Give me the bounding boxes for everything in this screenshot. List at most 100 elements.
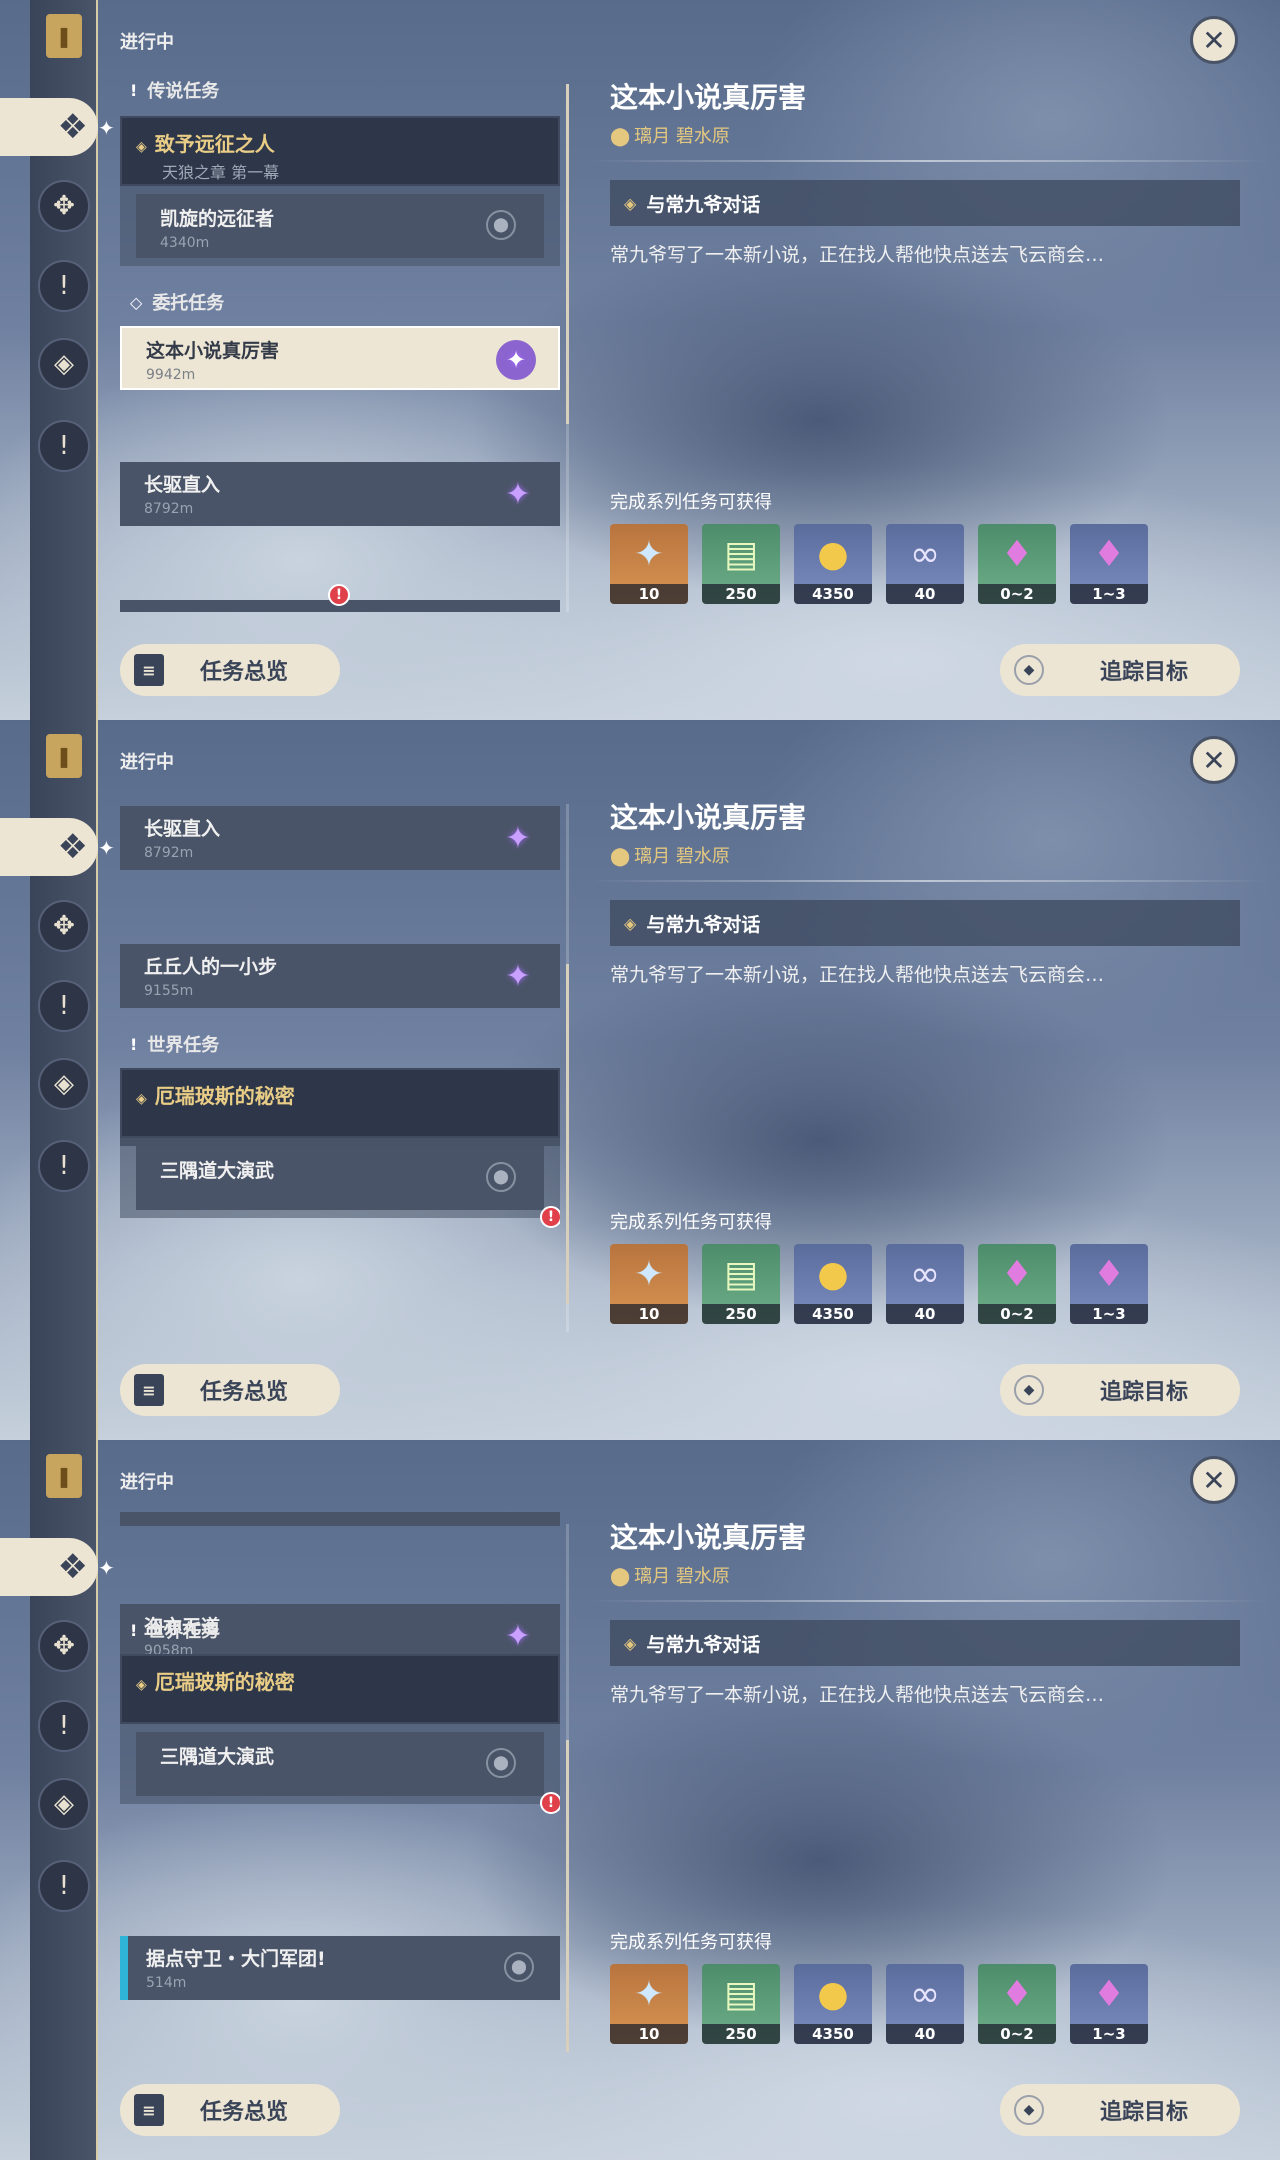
mora-icon: ● bbox=[817, 533, 849, 575]
reward-item[interactable]: ● 4350 bbox=[794, 1244, 872, 1324]
reward-qty: 0~2 bbox=[978, 2024, 1056, 2044]
location-area: 碧水原 bbox=[675, 1566, 730, 1587]
quest-description: 常九爷写了一本新小说，正在找人帮他快点送去飞云商会… bbox=[610, 964, 1105, 986]
tab-commission-selected[interactable]: ❖ bbox=[0, 1538, 98, 1596]
sparkle-icon: ✦ bbox=[98, 1556, 115, 1580]
crystal-purple-icon: ♦ bbox=[1092, 533, 1126, 575]
tab-archon-icon[interactable]: ✥ bbox=[38, 1620, 90, 1672]
world-quest-header[interactable]: ◈ 厄瑞玻斯的秘密 bbox=[120, 1068, 560, 1138]
close-button[interactable]: ✕ bbox=[1190, 16, 1238, 64]
button-label: 任务总览 bbox=[200, 2100, 289, 2125]
scrollbar[interactable] bbox=[566, 84, 569, 612]
world-step[interactable]: 三隅道大演武 ⬤ bbox=[136, 1732, 544, 1796]
commission-row-partial[interactable]: 9155m bbox=[120, 1512, 560, 1526]
quest-overview-button[interactable]: ≡ 任务总览 bbox=[120, 1364, 340, 1416]
objective-text: 与常九爷对话 bbox=[646, 193, 761, 216]
world-quest-header[interactable]: ◈ 厄瑞玻斯的秘密 bbox=[120, 1654, 560, 1724]
divider bbox=[588, 160, 1268, 162]
track-target-button[interactable]: ◆ 追踪目标 bbox=[1000, 644, 1240, 696]
reward-qty: 40 bbox=[886, 584, 964, 604]
commission-row[interactable]: 这本小说真厉害 9942m ✦ bbox=[120, 326, 560, 390]
close-button[interactable]: ✕ bbox=[1190, 736, 1238, 784]
tab-commission-selected[interactable]: ❖ bbox=[0, 98, 98, 156]
tab-all-icon[interactable]: ! bbox=[38, 1860, 90, 1912]
row-title: 据点守卫・大门军团! bbox=[146, 1948, 326, 1970]
reward-item[interactable]: ● 4350 bbox=[794, 1964, 872, 2044]
category-archon: ! 传说任务 bbox=[120, 72, 560, 108]
reward-item[interactable]: ♦ 1~3 bbox=[1070, 1964, 1148, 2044]
reward-item[interactable]: ▤ 250 bbox=[702, 1964, 780, 2044]
diamond-icon: ◆ bbox=[1014, 2095, 1044, 2125]
close-button[interactable]: ✕ bbox=[1190, 1456, 1238, 1504]
reward-item[interactable]: ✦ 10 bbox=[610, 524, 688, 604]
quest-list: ! 传说任务 ◈ 致予远征之人 天狼之章 第一幕 凯旋的远征者 4340m ⬤ ◇ 委… bbox=[120, 72, 560, 612]
adventure-exp-icon: ▤ bbox=[723, 533, 758, 575]
archon-quest-header[interactable]: ◈ 致予远征之人 天狼之章 第一幕 bbox=[120, 116, 560, 186]
reward-item[interactable]: ♦ 0~2 bbox=[978, 524, 1056, 604]
button-label: 任务总览 bbox=[200, 660, 289, 685]
quest-overview-button[interactable]: ≡ 任务总览 bbox=[120, 644, 340, 696]
category-world: ! 世界任务 bbox=[120, 1612, 560, 1648]
scrollbar[interactable] bbox=[566, 804, 569, 1332]
diamond-icon: ◈ bbox=[624, 193, 637, 213]
category-label: 世界任务 bbox=[147, 1035, 220, 1056]
tab-story-icon[interactable]: ! bbox=[38, 980, 90, 1032]
mora-icon: ● bbox=[817, 1253, 849, 1295]
reward-item[interactable]: ● 4350 bbox=[794, 524, 872, 604]
tab-story-icon[interactable]: ! bbox=[38, 1700, 90, 1752]
category-world: ! 世界任务 bbox=[120, 1026, 560, 1062]
companionship-exp-icon: ∞ bbox=[910, 1253, 940, 1295]
reward-item[interactable]: ✦ 10 bbox=[610, 1964, 688, 2044]
row-distance: 9942m bbox=[146, 367, 196, 383]
reward-item[interactable]: ▤ 250 bbox=[702, 524, 780, 604]
reward-item[interactable]: ♦ 1~3 bbox=[1070, 524, 1148, 604]
quest-location: ⬤ 璃月 碧水原 bbox=[610, 842, 730, 868]
reward-item[interactable]: ♦ 0~2 bbox=[978, 1244, 1056, 1324]
bookmark-icon[interactable]: ❚ bbox=[46, 734, 82, 778]
archon-step[interactable]: 凯旋的远征者 4340m ⬤ bbox=[136, 194, 544, 258]
rewards-list: ✦ 10 ▤ 250 ● 4350 ∞ 40 ♦ 0~2 ♦ 1~3 bbox=[610, 524, 1148, 604]
crystal-green-icon: ♦ bbox=[1000, 1253, 1034, 1295]
bookmark-icon[interactable]: ❚ bbox=[46, 14, 82, 58]
location-pin-icon[interactable]: ⬤ bbox=[486, 210, 516, 240]
location-pin-icon[interactable]: ⬤ bbox=[486, 1748, 516, 1778]
scroll-thumb[interactable] bbox=[566, 1740, 569, 2052]
button-label: 追踪目标 bbox=[1100, 1380, 1189, 1405]
reward-qty: 0~2 bbox=[978, 1304, 1056, 1324]
location-pin-icon[interactable]: ⬤ bbox=[504, 1952, 534, 1982]
commission-tab-icon: ❖ bbox=[57, 107, 88, 147]
tab-archon-icon[interactable]: ✥ bbox=[38, 900, 90, 952]
exclaim-icon: ! bbox=[130, 80, 138, 100]
tab-archon-icon[interactable]: ✥ bbox=[38, 180, 90, 232]
tab-all-icon[interactable]: ! bbox=[38, 420, 90, 472]
quest-chapter: 天狼之章 第一幕 bbox=[162, 163, 280, 182]
domain-quest-row[interactable]: 据点守卫・大门军团! 514m ⬤ bbox=[120, 1936, 560, 2000]
scroll-thumb[interactable] bbox=[566, 84, 569, 424]
tab-world-icon[interactable]: ◈ bbox=[38, 1058, 90, 1110]
reward-item[interactable]: ♦ 1~3 bbox=[1070, 1244, 1148, 1324]
reward-item[interactable]: ▤ 250 bbox=[702, 1244, 780, 1324]
bookmark-icon[interactable]: ❚ bbox=[46, 1454, 82, 1498]
track-target-button[interactable]: ◆ 追踪目标 bbox=[1000, 1364, 1240, 1416]
reward-item[interactable]: ♦ 0~2 bbox=[978, 1964, 1056, 2044]
reward-qty: 4350 bbox=[794, 2024, 872, 2044]
commission-row[interactable]: 长驱直入 8792m ✦ bbox=[120, 462, 560, 526]
commission-row[interactable]: 丘丘人的一小步 9155m ✦ bbox=[120, 944, 560, 1008]
location-pin-icon[interactable]: ⬤ bbox=[486, 1162, 516, 1192]
reward-item[interactable]: ∞ 40 bbox=[886, 1964, 964, 2044]
world-step[interactable]: 三隅道大演武 ⬤ bbox=[136, 1146, 544, 1210]
button-label: 追踪目标 bbox=[1100, 2100, 1189, 2125]
tab-all-icon[interactable]: ! bbox=[38, 1140, 90, 1192]
commission-row[interactable]: 长驱直入 8792m ✦ bbox=[120, 806, 560, 870]
scroll-thumb[interactable] bbox=[566, 964, 569, 1304]
tab-commission-selected[interactable]: ❖ bbox=[0, 818, 98, 876]
reward-item[interactable]: ∞ 40 bbox=[886, 524, 964, 604]
quest-overview-button[interactable]: ≡ 任务总览 bbox=[120, 2084, 340, 2136]
reward-item[interactable]: ∞ 40 bbox=[886, 1244, 964, 1324]
scrollbar[interactable] bbox=[566, 1524, 569, 2052]
tab-world-icon[interactable]: ◈ bbox=[38, 338, 90, 390]
track-target-button[interactable]: ◆ 追踪目标 bbox=[1000, 2084, 1240, 2136]
tab-world-icon[interactable]: ◈ bbox=[38, 1778, 90, 1830]
tab-story-icon[interactable]: ! bbox=[38, 260, 90, 312]
reward-item[interactable]: ✦ 10 bbox=[610, 1244, 688, 1324]
